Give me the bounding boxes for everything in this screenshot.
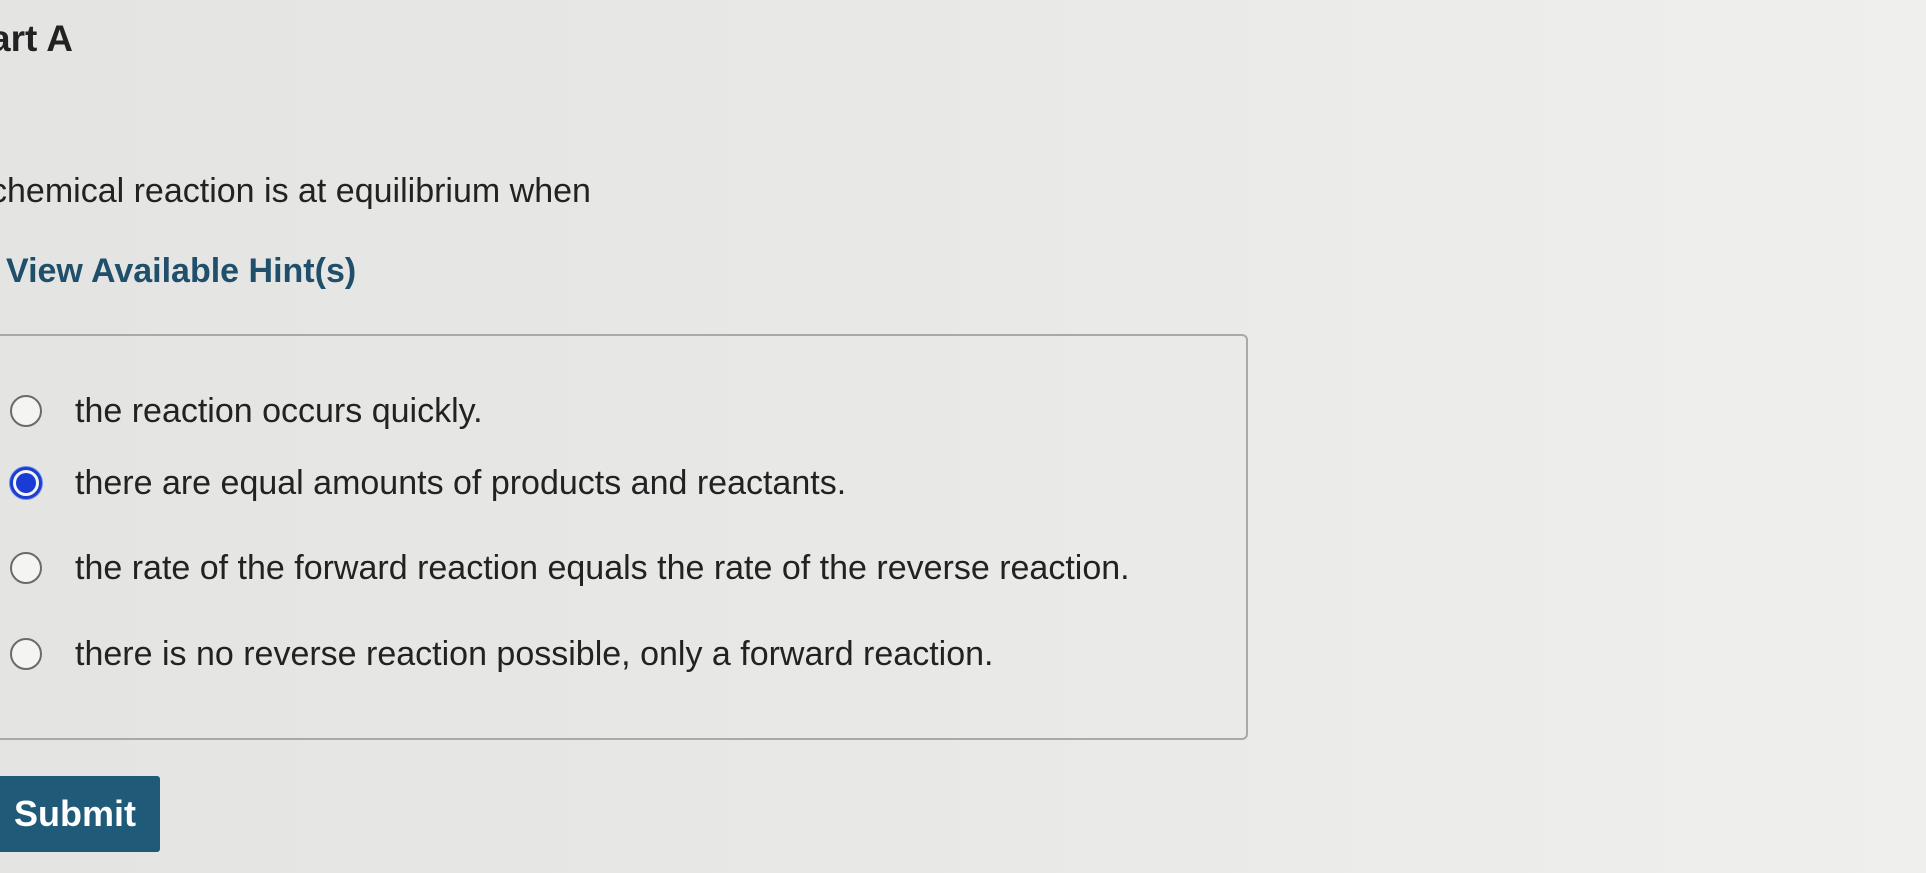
option-4[interactable]: there is no reverse reaction possible, o… <box>10 629 993 679</box>
answer-options: the reaction occurs quickly. there are e… <box>0 334 1248 740</box>
question-page: art A chemical reaction is at equilibriu… <box>0 0 1926 873</box>
radio-button-selected-icon[interactable] <box>10 467 42 499</box>
option-label: there is no reverse reaction possible, o… <box>75 634 994 673</box>
option-label: there are equal amounts of products and … <box>75 463 847 502</box>
submit-button[interactable]: Submit <box>0 776 160 852</box>
radio-button-icon[interactable] <box>10 638 42 670</box>
radio-button-icon[interactable] <box>10 395 42 427</box>
option-label: the rate of the forward reaction equals … <box>75 548 1130 587</box>
question-text: chemical reaction is at equilibrium when <box>0 172 591 210</box>
part-title: art A <box>0 18 73 59</box>
radio-button-icon[interactable] <box>10 552 42 584</box>
option-3[interactable]: the rate of the forward reaction equals … <box>10 543 1130 593</box>
option-label: the reaction occurs quickly. <box>75 391 483 430</box>
option-1[interactable]: the reaction occurs quickly. <box>10 386 483 436</box>
view-hints-link[interactable]: View Available Hint(s) <box>6 252 356 291</box>
option-2[interactable]: there are equal amounts of products and … <box>10 458 846 508</box>
